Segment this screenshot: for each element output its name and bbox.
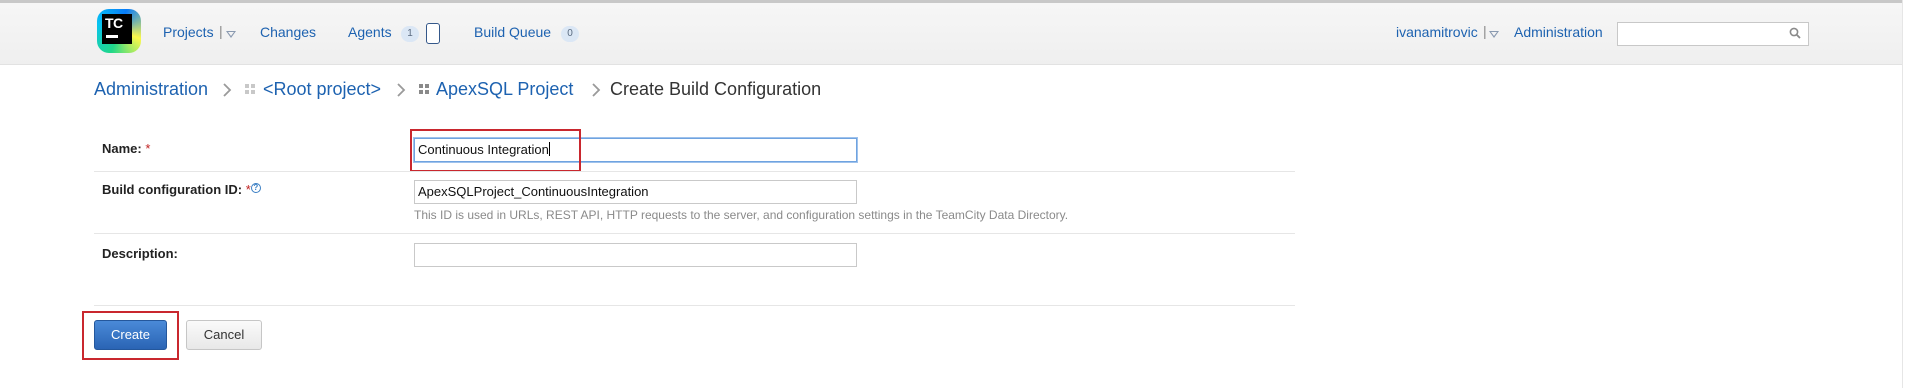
scrollbar-track[interactable] xyxy=(1902,0,1920,388)
project-icon xyxy=(419,84,429,94)
description-field[interactable] xyxy=(414,243,857,267)
description-label: Description: xyxy=(102,246,178,261)
agents-count-badge: 1 xyxy=(401,26,419,42)
search-input[interactable] xyxy=(1617,22,1809,46)
create-button-highlight xyxy=(82,311,179,360)
build-config-id-hint: This ID is used in URLs, REST API, HTTP … xyxy=(414,208,1069,222)
user-dropdown-icon[interactable] xyxy=(1489,31,1499,38)
name-label: Name: * xyxy=(102,141,151,156)
page-title: Create Build Configuration xyxy=(610,79,822,99)
user-menu-divider: | xyxy=(1483,23,1487,39)
breadcrumb-chevron-icon xyxy=(223,83,232,97)
breadcrumb-project[interactable]: ApexSQL Project xyxy=(436,79,573,100)
nav-agents[interactable]: Agents xyxy=(348,24,392,40)
search-icon[interactable] xyxy=(1789,27,1801,39)
breadcrumb-chevron-icon xyxy=(592,83,601,97)
build-config-id-label: Build configuration ID: *? xyxy=(102,182,261,197)
nav-build-queue[interactable]: Build Queue xyxy=(474,24,551,40)
nav-projects-divider: | xyxy=(219,23,223,39)
logo-text: TC xyxy=(105,15,123,31)
name-field-highlight xyxy=(410,129,581,172)
agent-icon[interactable] xyxy=(426,23,440,44)
project-icon xyxy=(245,84,255,94)
breadcrumb-chevron-icon xyxy=(397,83,406,97)
form-divider xyxy=(94,305,1295,306)
nav-projects[interactable]: Projects xyxy=(163,24,214,40)
user-menu[interactable]: ivanamitrovic xyxy=(1396,24,1478,40)
projects-dropdown-icon[interactable] xyxy=(226,31,236,38)
required-mark: * xyxy=(145,141,151,156)
help-icon[interactable]: ? xyxy=(250,183,261,193)
breadcrumb-root-project[interactable]: <Root project> xyxy=(263,79,381,100)
form-divider xyxy=(94,171,1295,172)
teamcity-logo[interactable]: TC xyxy=(97,9,141,53)
build-queue-count-badge: 0 xyxy=(561,26,579,42)
cancel-button[interactable]: Cancel xyxy=(186,320,262,350)
breadcrumb-administration[interactable]: Administration xyxy=(94,79,208,100)
form-divider xyxy=(94,233,1295,234)
nav-administration[interactable]: Administration xyxy=(1514,24,1603,40)
build-config-id-field[interactable]: ApexSQLProject_ContinuousIntegration xyxy=(414,180,857,204)
nav-changes[interactable]: Changes xyxy=(260,24,316,40)
